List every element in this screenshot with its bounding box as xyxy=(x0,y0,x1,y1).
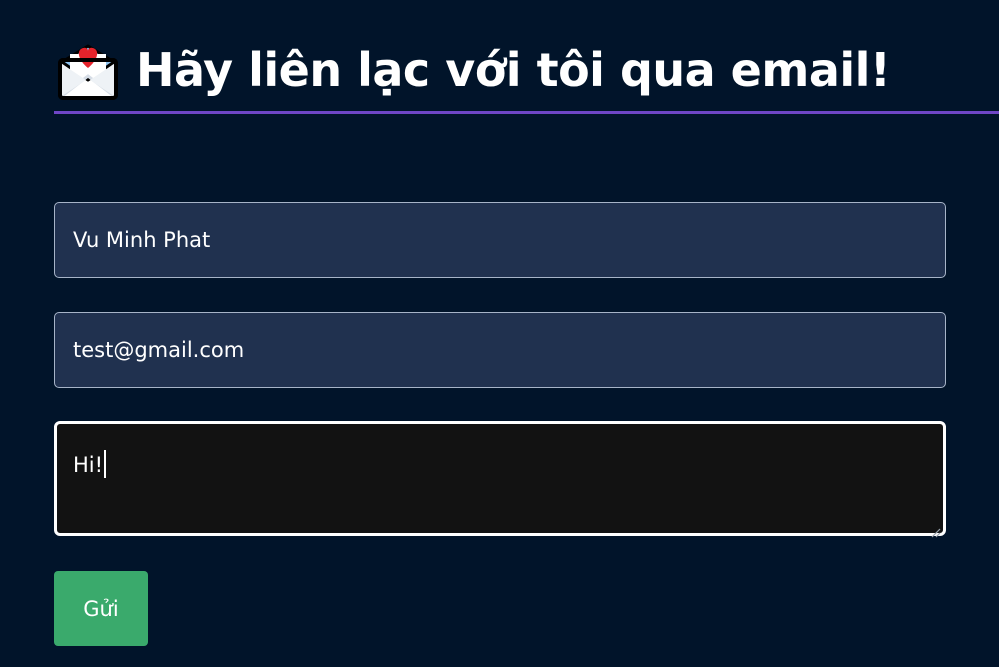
submit-button[interactable]: Gửi xyxy=(54,571,148,646)
text-caret xyxy=(104,450,107,478)
header-divider xyxy=(54,111,999,114)
name-field[interactable]: Vu Minh Phat xyxy=(54,202,946,278)
email-field[interactable]: test@gmail.com xyxy=(54,312,946,388)
page-title: Hãy liên lạc với tôi qua email! xyxy=(136,43,891,97)
email-field-value: test@gmail.com xyxy=(73,338,245,362)
message-textarea[interactable]: Hi! xyxy=(54,421,946,538)
love-letter-envelope-icon xyxy=(56,38,120,102)
contact-page: Hãy liên lạc với tôi qua email! Vu Minh … xyxy=(0,0,999,667)
resize-handle-icon[interactable] xyxy=(929,519,941,538)
page-header: Hãy liên lạc với tôi qua email! xyxy=(56,28,891,112)
name-field-value: Vu Minh Phat xyxy=(73,228,211,252)
message-textarea-value: Hi! xyxy=(73,453,104,477)
